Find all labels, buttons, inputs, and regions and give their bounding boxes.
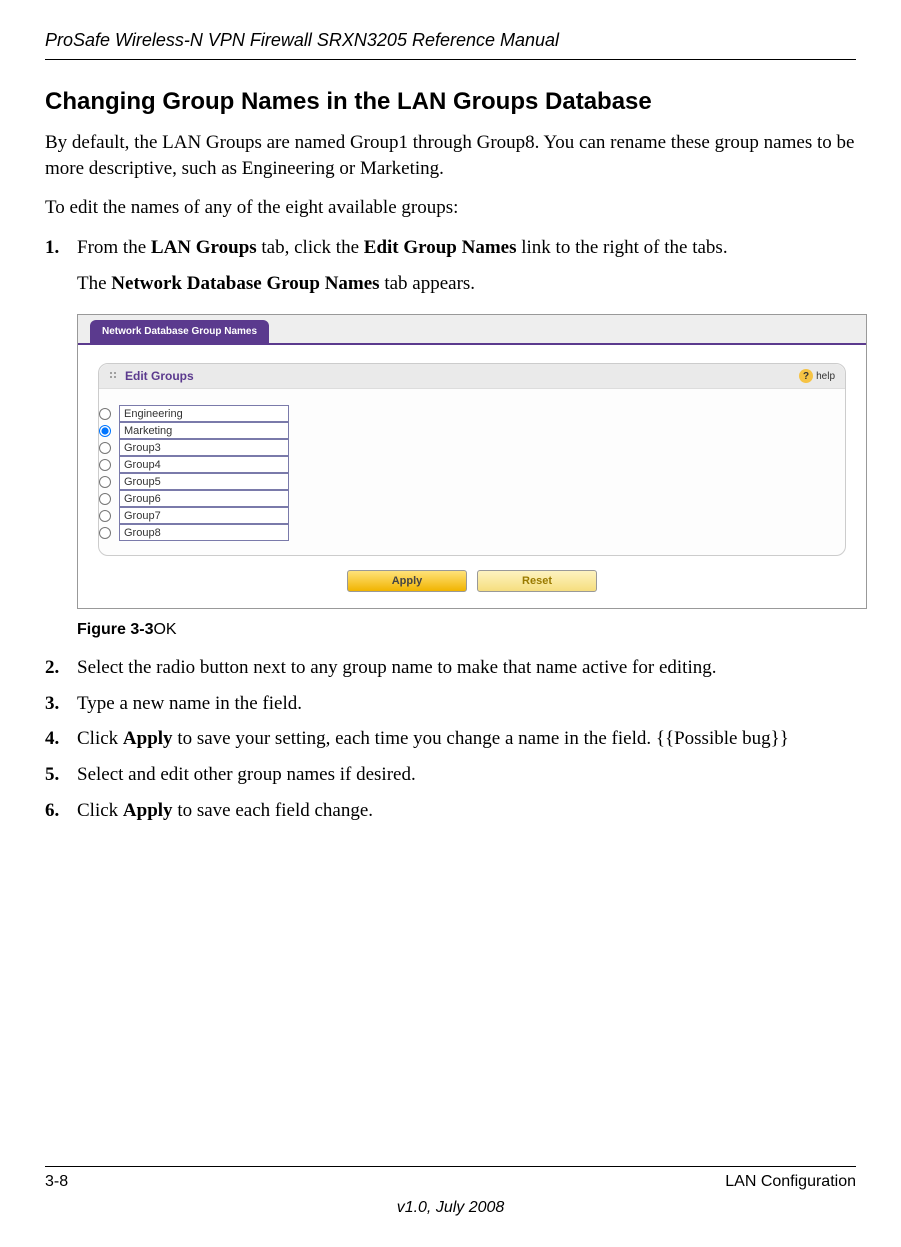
group-name-input-2[interactable] — [119, 422, 289, 439]
group-name-input-3[interactable] — [119, 439, 289, 456]
group-radio-3[interactable] — [99, 442, 111, 454]
edit-groups-panel: Edit Groups ? help — [98, 363, 846, 556]
screenshot: Network Database Group Names Edit Groups… — [77, 314, 867, 609]
step-4: Click Apply to save your setting, each t… — [45, 726, 856, 752]
group-radio-8[interactable] — [99, 527, 111, 539]
button-bar: Apply Reset — [98, 570, 846, 592]
group-radio-4[interactable] — [99, 459, 111, 471]
step-2: Select the radio button next to any grou… — [45, 655, 856, 681]
figure-caption: Figure 3-3OK — [77, 621, 856, 639]
group-name-input-4[interactable] — [119, 456, 289, 473]
group-name-input-6[interactable] — [119, 490, 289, 507]
group-name-input-1[interactable] — [119, 405, 289, 422]
active-tab[interactable]: Network Database Group Names — [90, 320, 269, 343]
group-row — [99, 405, 845, 422]
help-icon: ? — [799, 369, 813, 383]
drag-handle-icon — [109, 371, 119, 381]
group-row — [99, 439, 845, 456]
page-number: 3-8 — [45, 1173, 68, 1191]
group-radio-6[interactable] — [99, 493, 111, 505]
group-radio-1[interactable] — [99, 408, 111, 420]
version-date: v1.0, July 2008 — [45, 1199, 856, 1217]
group-radio-2[interactable] — [99, 425, 111, 437]
group-name-input-7[interactable] — [119, 507, 289, 524]
group-radio-7[interactable] — [99, 510, 111, 522]
group-row — [99, 456, 845, 473]
figure-container: Network Database Group Names Edit Groups… — [77, 314, 856, 639]
help-link[interactable]: ? help — [799, 369, 835, 383]
step-1: From the LAN Groups tab, click the Edit … — [45, 235, 856, 296]
step-5: Select and edit other group names if des… — [45, 762, 856, 788]
group-name-input-8[interactable] — [119, 524, 289, 541]
content-area: Edit Groups ? help — [78, 345, 866, 608]
tab-bar: Network Database Group Names — [78, 315, 866, 345]
group-row — [99, 422, 845, 439]
page-header: ProSafe Wireless-N VPN Firewall SRXN3205… — [45, 30, 856, 60]
step-1-sub: The Network Database Group Names tab app… — [77, 271, 856, 297]
group-name-input-5[interactable] — [119, 473, 289, 490]
reset-button[interactable]: Reset — [477, 570, 597, 592]
section-name: LAN Configuration — [725, 1173, 856, 1191]
group-radio-5[interactable] — [99, 476, 111, 488]
apply-button[interactable]: Apply — [347, 570, 467, 592]
groups-table — [99, 405, 845, 541]
page-footer: 3-8 LAN Configuration v1.0, July 2008 — [45, 1166, 856, 1217]
intro-paragraph-2: To edit the names of any of the eight av… — [45, 195, 856, 221]
step-3: Type a new name in the field. — [45, 691, 856, 717]
step-6: Click Apply to save each field change. — [45, 798, 856, 824]
group-row — [99, 507, 845, 524]
panel-header: Edit Groups ? help — [99, 364, 845, 389]
section-title: Changing Group Names in the LAN Groups D… — [45, 88, 856, 116]
intro-paragraph-1: By default, the LAN Groups are named Gro… — [45, 130, 856, 181]
panel-title: Edit Groups — [109, 369, 194, 383]
group-row — [99, 524, 845, 541]
group-row — [99, 473, 845, 490]
group-row — [99, 490, 845, 507]
